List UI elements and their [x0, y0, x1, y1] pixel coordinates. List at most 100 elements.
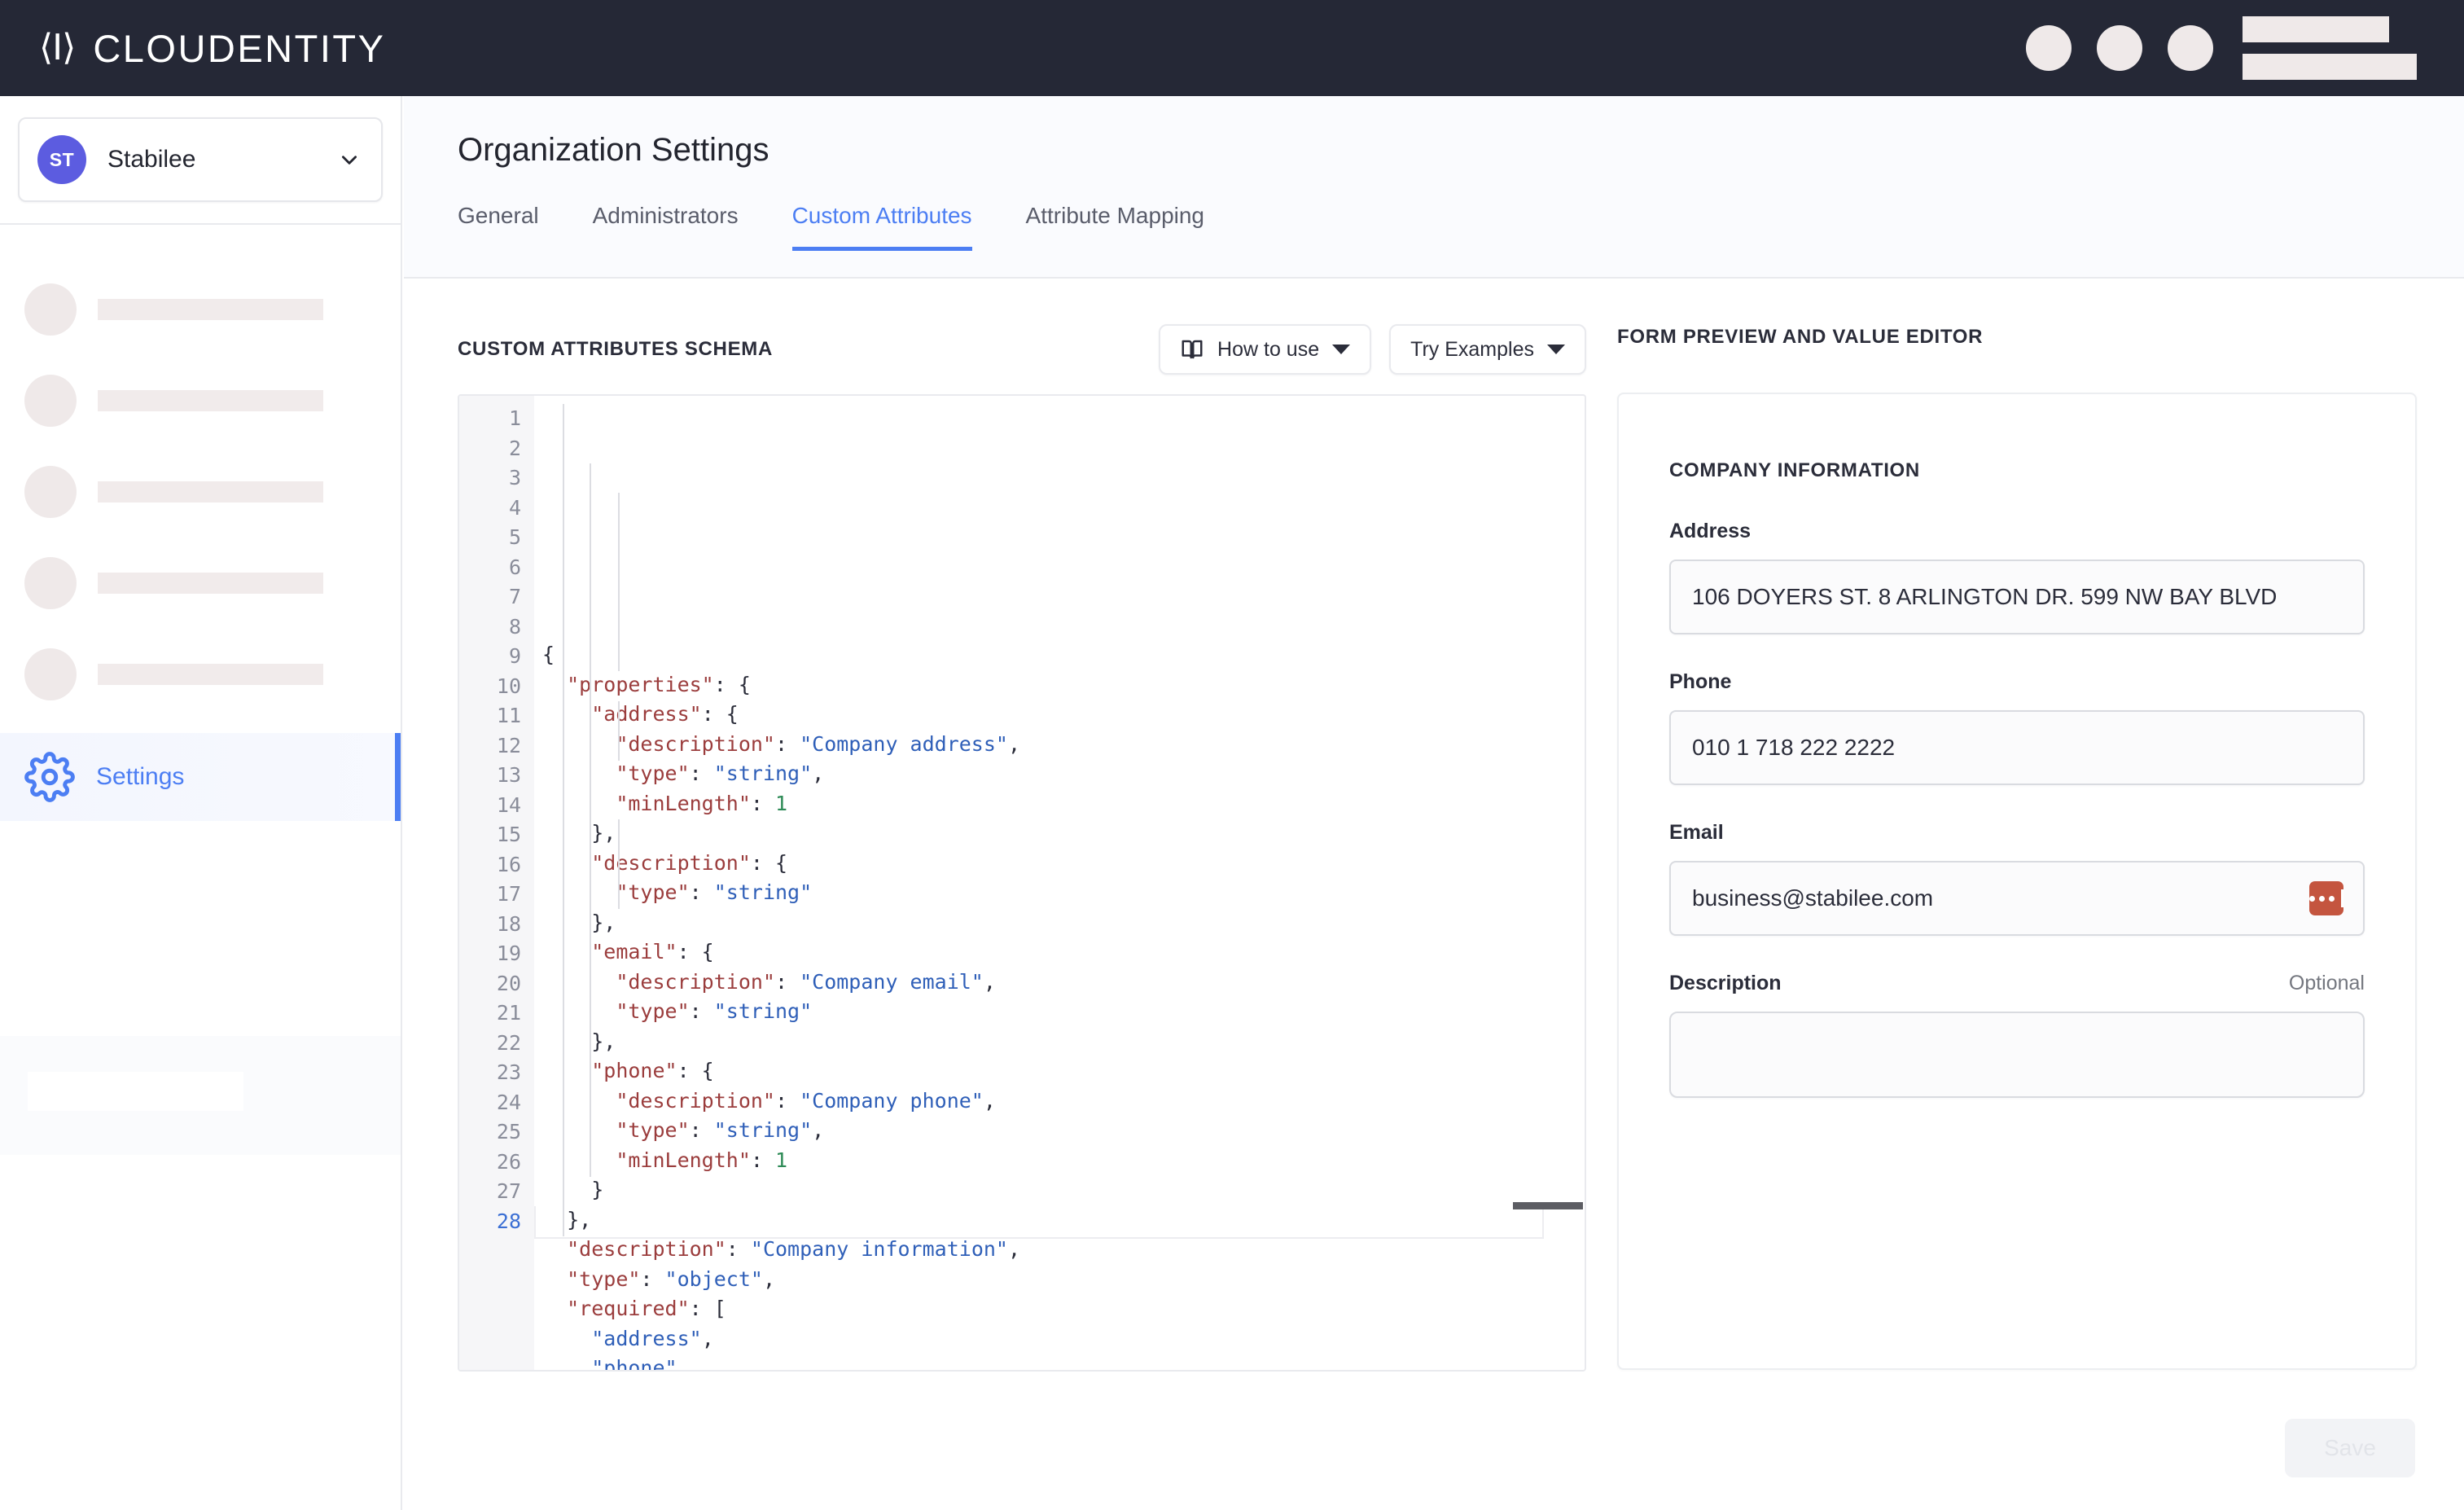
editor-code-line: "email": {	[591, 940, 714, 964]
save-button-row: Save	[2285, 1419, 2415, 1477]
organization-selector[interactable]: ST Stabilee	[18, 117, 383, 202]
page-title: Organization Settings	[458, 132, 769, 168]
topbar-placeholder-bars	[2243, 16, 2417, 80]
topbar-right-cluster	[2026, 16, 2417, 80]
list-item	[0, 264, 401, 355]
editor-line-number: 28	[496, 1209, 521, 1233]
editor-line-number: 2	[508, 436, 521, 460]
tab-attribute-mapping[interactable]: Attribute Mapping	[1026, 203, 1204, 251]
editor-code-line: },	[542, 821, 616, 845]
skeleton-label	[98, 299, 323, 320]
editor-line-number: 13	[496, 763, 521, 787]
schema-editor-toolbar: CUSTOM ATTRIBUTES SCHEMA How to use Try …	[458, 323, 1617, 376]
tab-administrators[interactable]: Administrators	[593, 203, 739, 251]
editor-code-line: "type": "string",	[616, 762, 825, 785]
field-phone: Phone 010 1 718 222 2222	[1669, 670, 2365, 785]
save-button[interactable]: Save	[2285, 1419, 2415, 1477]
skeleton-label	[98, 573, 323, 594]
try-examples-label: Try Examples	[1410, 337, 1534, 361]
try-examples-button[interactable]: Try Examples	[1389, 324, 1586, 375]
editor-line-number: 8	[508, 614, 521, 639]
topbar-placeholder-bar	[2243, 54, 2417, 80]
optional-label: Optional	[2288, 972, 2365, 994]
editor-line-number: 24	[496, 1090, 521, 1114]
section-label-company-information: COMPANY INFORMATION	[1669, 459, 1920, 481]
editor-line-number: 16	[496, 852, 521, 876]
editor-line-number: 1	[508, 406, 521, 430]
field-label: Email	[1669, 821, 1724, 844]
topbar-placeholder-circle	[2097, 25, 2142, 71]
field-email: Email business@stabilee.com	[1669, 821, 2365, 936]
list-item	[0, 629, 401, 720]
editor-line-number: 14	[496, 792, 521, 817]
editor-line-number: 18	[496, 911, 521, 936]
editor-code-line: {	[542, 643, 555, 666]
editor-code-line: "description": "Company address",	[616, 731, 1021, 756]
email-value: business@stabilee.com	[1692, 885, 1934, 911]
editor-code-line: },	[542, 1029, 616, 1053]
phone-input[interactable]: 010 1 718 222 2222	[1669, 710, 2365, 785]
chevron-down-icon	[1332, 345, 1351, 354]
editor-code-line: "address",	[591, 1326, 714, 1350]
phone-value: 010 1 718 222 2222	[1692, 735, 1896, 760]
book-icon	[1182, 340, 1203, 359]
description-textarea[interactable]	[1669, 1012, 2365, 1098]
topbar-placeholder-circle	[2168, 25, 2213, 71]
field-description: Description Optional	[1669, 972, 2365, 1098]
editor-code-area[interactable]: { "properties": { "address": { "descript…	[534, 396, 1585, 1370]
field-label: Description	[1669, 972, 1782, 994]
skeleton-avatar	[24, 466, 77, 518]
schema-editor-heading: CUSTOM ATTRIBUTES SCHEMA	[458, 338, 774, 360]
indent-guide	[563, 404, 564, 1236]
editor-code-line: "type": "string"	[616, 999, 813, 1023]
editor-line-numbers: 1 2 3 4 5 6 7 8 9 10 11 12 13 14 15 16 17 18 19 20 21 22 23 24 2…	[459, 396, 534, 1370]
sidebar-item-label: Settings	[96, 763, 185, 790]
ellipsis-badge-icon[interactable]	[2309, 881, 2343, 915]
indent-guide	[618, 819, 620, 909]
brand-logo[interactable]: ⟨I⟩ CLOUDENTITY	[39, 29, 385, 68]
page-header: Organization Settings General Administra…	[404, 96, 2464, 279]
email-input[interactable]: business@stabilee.com	[1669, 861, 2365, 936]
editor-line-number: 12	[496, 733, 521, 757]
sidebar: ST Stabilee Settings	[0, 96, 402, 1510]
editor-code-line: "required": [	[567, 1297, 726, 1320]
skeleton-avatar	[24, 557, 77, 609]
indent-guide	[618, 612, 620, 671]
editor-line-number: 7	[508, 585, 521, 608]
form-preview-card: COMPANY INFORMATION Address 106 DOYERS S…	[1617, 393, 2417, 1370]
form-preview-column: FORM PREVIEW AND VALUE EDITOR COMPANY IN…	[1617, 279, 2464, 1372]
avatar: ST	[37, 135, 86, 184]
editor-code-line: "minLength": 1	[616, 791, 788, 815]
indent-guide	[590, 463, 591, 1177]
brackets-logo-icon: ⟨I⟩	[39, 27, 76, 68]
editor-code-line: "phone",	[591, 1356, 690, 1372]
tab-custom-attributes[interactable]: Custom Attributes	[791, 203, 972, 251]
form-preview-heading: FORM PREVIEW AND VALUE EDITOR	[1617, 326, 1984, 348]
tab-bar: General Administrators Custom Attributes…	[458, 203, 2464, 251]
json-schema-editor[interactable]: 1 2 3 4 5 6 7 8 9 10 11 12 13 14 15 16 17 18 19 20 21 22 23 24 2…	[458, 394, 1586, 1372]
editor-line-number: 25	[496, 1120, 521, 1143]
indent-guide	[618, 701, 620, 761]
how-to-use-button[interactable]: How to use	[1159, 324, 1372, 375]
topbar-placeholder-circle	[2026, 25, 2072, 71]
editor-line-number: 15	[496, 823, 521, 846]
skeleton-avatar	[24, 648, 77, 700]
list-item	[0, 446, 401, 538]
editor-code-line: "address": {	[591, 702, 739, 726]
tab-general[interactable]: General	[458, 203, 539, 251]
skeleton-label	[98, 481, 323, 503]
editor-code-line: "description": "Company phone",	[616, 1088, 996, 1113]
skeleton-label	[98, 390, 323, 411]
editor-code-line: "type": "object",	[567, 1266, 776, 1291]
editor-resize-handle[interactable]	[1513, 1202, 1583, 1209]
editor-line-number: 5	[508, 525, 521, 549]
skeleton-avatar	[24, 283, 77, 336]
sidebar-item-settings[interactable]: Settings	[0, 733, 401, 821]
address-input[interactable]: 106 DOYERS ST. 8 ARLINGTON DR. 599 NW BA…	[1669, 560, 2365, 634]
list-item	[0, 355, 401, 446]
indent-guide	[618, 493, 620, 612]
editor-code-line: }	[542, 1178, 604, 1201]
content-area: CUSTOM ATTRIBUTES SCHEMA How to use Try …	[404, 279, 2464, 1372]
editor-line-number: 3	[508, 466, 521, 489]
editor-line-number: 23	[496, 1060, 521, 1084]
